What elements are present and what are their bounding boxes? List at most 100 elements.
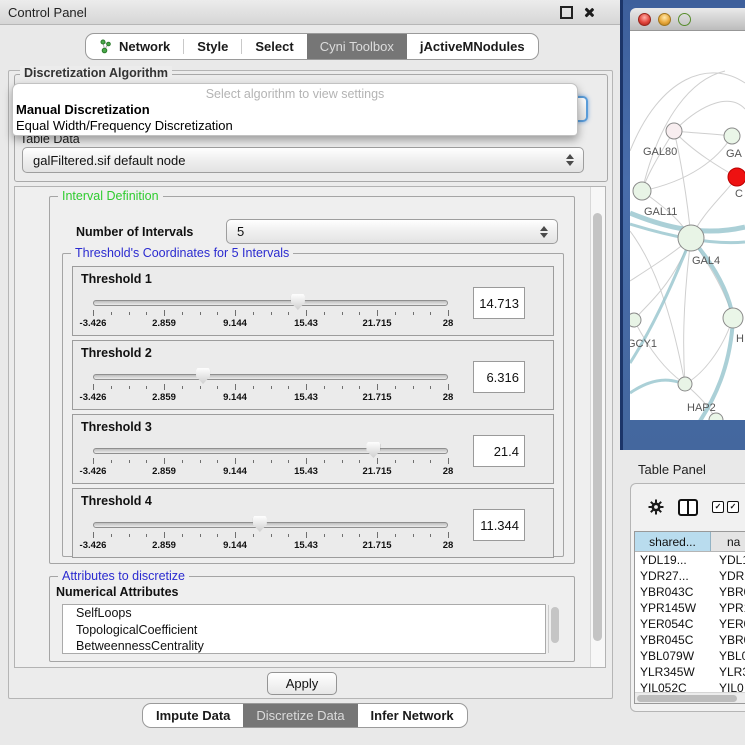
table-row[interactable]: YBR043CYBR0	[635, 584, 745, 600]
float-panel-icon[interactable]	[560, 6, 573, 19]
checkbox-icon[interactable]: ✓	[727, 501, 739, 513]
node-gal4[interactable]	[678, 225, 704, 251]
slider-track[interactable]	[93, 522, 448, 528]
node-gal11[interactable]	[633, 182, 651, 200]
network-canvas[interactable]: GAL80 GA C GAL11 GAL4 GCY1 H HAP2	[630, 31, 745, 420]
tick-label: 9.144	[223, 392, 247, 403]
tab-style[interactable]: Style	[184, 34, 241, 59]
column-header-shared-name[interactable]: shared...	[635, 532, 711, 551]
table-cell: YLR3	[711, 665, 745, 679]
threshold-label: Threshold 2	[81, 346, 152, 360]
threshold-panel: Threshold 4 -3.4262.8599.14415.4321.7152…	[72, 488, 554, 558]
table-horizontal-scrollbar[interactable]	[635, 692, 745, 703]
tick-mark	[253, 460, 254, 463]
tick-mark	[182, 534, 183, 537]
table-data-combobox[interactable]: galFiltered.sif default node	[22, 147, 584, 173]
node-partial-right[interactable]	[723, 308, 743, 328]
interval-definition-group: Interval Definition Number of Intervals …	[49, 196, 575, 564]
algorithm-dropdown-popup: Select algorithm to view settings Manual…	[12, 83, 578, 136]
tick-mark	[182, 386, 183, 389]
tab-jactivemnodules[interactable]: jActiveMNodules	[407, 34, 538, 59]
table-row[interactable]: YLR345WYLR3	[635, 664, 745, 680]
table-cell: YLR345W	[635, 665, 711, 679]
slider-track[interactable]	[93, 374, 448, 380]
number-of-intervals-combobox[interactable]: 5	[226, 219, 558, 244]
node-table: shared...na YDL19...YDL1YDR27...YDR2YBR0…	[634, 531, 745, 704]
tick-mark	[448, 532, 449, 538]
dropdown-option-equal-width-frequency[interactable]: Equal Width/Frequency Discretization	[13, 118, 577, 134]
tab-cyni-toolbox[interactable]: Cyni Toolbox	[307, 34, 407, 59]
threshold-slider[interactable]: -3.4262.8599.14415.4321.71528	[93, 293, 448, 333]
network-window-titlebar[interactable]	[630, 8, 745, 31]
node-partial-bottom[interactable]	[709, 413, 723, 420]
checkbox-icon[interactable]: ✓	[712, 501, 724, 513]
tab-impute-data[interactable]: Impute Data	[143, 704, 243, 727]
split-view-icon[interactable]	[678, 499, 698, 516]
tick-mark	[93, 310, 94, 316]
slider-track[interactable]	[93, 300, 448, 306]
tick-mark	[93, 458, 94, 464]
threshold-label: Threshold 1	[81, 272, 152, 286]
threshold-value-field[interactable]: 6.316	[473, 361, 525, 393]
list-item[interactable]: TopologicalCoefficient	[63, 622, 545, 639]
threshold-value-field[interactable]: 14.713	[473, 287, 525, 319]
slider-track[interactable]	[93, 448, 448, 454]
table-row[interactable]: YPR145WYPR1	[635, 600, 745, 616]
node-red-selected[interactable]	[728, 168, 745, 186]
table-cell: YDL19...	[635, 553, 711, 567]
list-item[interactable]: BetweennessCentrality	[63, 638, 545, 654]
tick-mark	[395, 312, 396, 315]
scrollbar-thumb[interactable]	[551, 607, 559, 643]
scrollbar-thumb[interactable]	[593, 213, 602, 641]
slider-thumb[interactable]	[253, 516, 267, 532]
tick-label: 21.715	[362, 540, 391, 551]
threshold-slider[interactable]: -3.4262.8599.14415.4321.71528	[93, 441, 448, 481]
table-row[interactable]: YBR045CYBR0	[635, 632, 745, 648]
close-icon[interactable]	[583, 7, 594, 18]
zoom-window-icon[interactable]	[678, 13, 691, 26]
table-row[interactable]: YDR27...YDR2	[635, 568, 745, 584]
threshold-value-field[interactable]: 11.344	[473, 509, 525, 541]
dropdown-option-manual-discretization[interactable]: Manual Discretization	[13, 102, 577, 118]
threshold-value-field[interactable]: 21.4	[473, 435, 525, 467]
tick-label: 2.859	[152, 540, 176, 551]
table-row[interactable]: YER054CYER0	[635, 616, 745, 632]
minimize-window-icon[interactable]	[658, 13, 671, 26]
node-hap2[interactable]	[678, 377, 692, 391]
tab-select[interactable]: Select	[242, 34, 306, 59]
list-item[interactable]: SelfLoops	[63, 605, 545, 622]
table-cell: YDL1	[711, 553, 745, 567]
tab-network[interactable]: Network	[86, 34, 183, 59]
numerical-attributes-list[interactable]: SelfLoopsTopologicalCoefficientBetweenne…	[62, 604, 546, 654]
tick-mark	[235, 532, 236, 538]
table-row[interactable]: YDL19...YDL1	[635, 552, 745, 568]
slider-thumb[interactable]	[291, 294, 305, 310]
list-scrollbar[interactable]	[548, 605, 561, 653]
column-header-name[interactable]: na	[711, 532, 745, 551]
scrollbar-thumb[interactable]	[637, 695, 737, 702]
tab-label: Network	[119, 39, 170, 54]
tab-label: jActiveMNodules	[420, 39, 525, 54]
apply-button[interactable]: Apply	[267, 672, 337, 695]
tick-mark	[288, 386, 289, 389]
slider-thumb[interactable]	[366, 442, 380, 458]
column-visibility-icons[interactable]: ✓ ✓	[712, 501, 739, 513]
table-cell: YPR1	[711, 601, 745, 615]
node-partial-top[interactable]	[724, 128, 740, 144]
tab-discretize-data[interactable]: Discretize Data	[243, 704, 357, 727]
node-gcy1[interactable]	[630, 313, 641, 327]
panel-scrollbar[interactable]	[590, 187, 605, 667]
tick-mark	[448, 310, 449, 316]
node-gal80[interactable]	[666, 123, 682, 139]
slider-thumb[interactable]	[196, 368, 210, 384]
tick-mark	[448, 384, 449, 390]
tick-label: 21.715	[362, 318, 391, 329]
node-label-partial: H	[736, 333, 744, 345]
gear-icon[interactable]	[648, 499, 664, 515]
tab-infer-network[interactable]: Infer Network	[358, 704, 467, 727]
slider-ticks	[93, 532, 448, 539]
close-window-icon[interactable]	[638, 13, 651, 26]
table-row[interactable]: YBL079WYBL0	[635, 648, 745, 664]
threshold-slider[interactable]: -3.4262.8599.14415.4321.71528	[93, 515, 448, 555]
threshold-slider[interactable]: -3.4262.8599.14415.4321.71528	[93, 367, 448, 407]
